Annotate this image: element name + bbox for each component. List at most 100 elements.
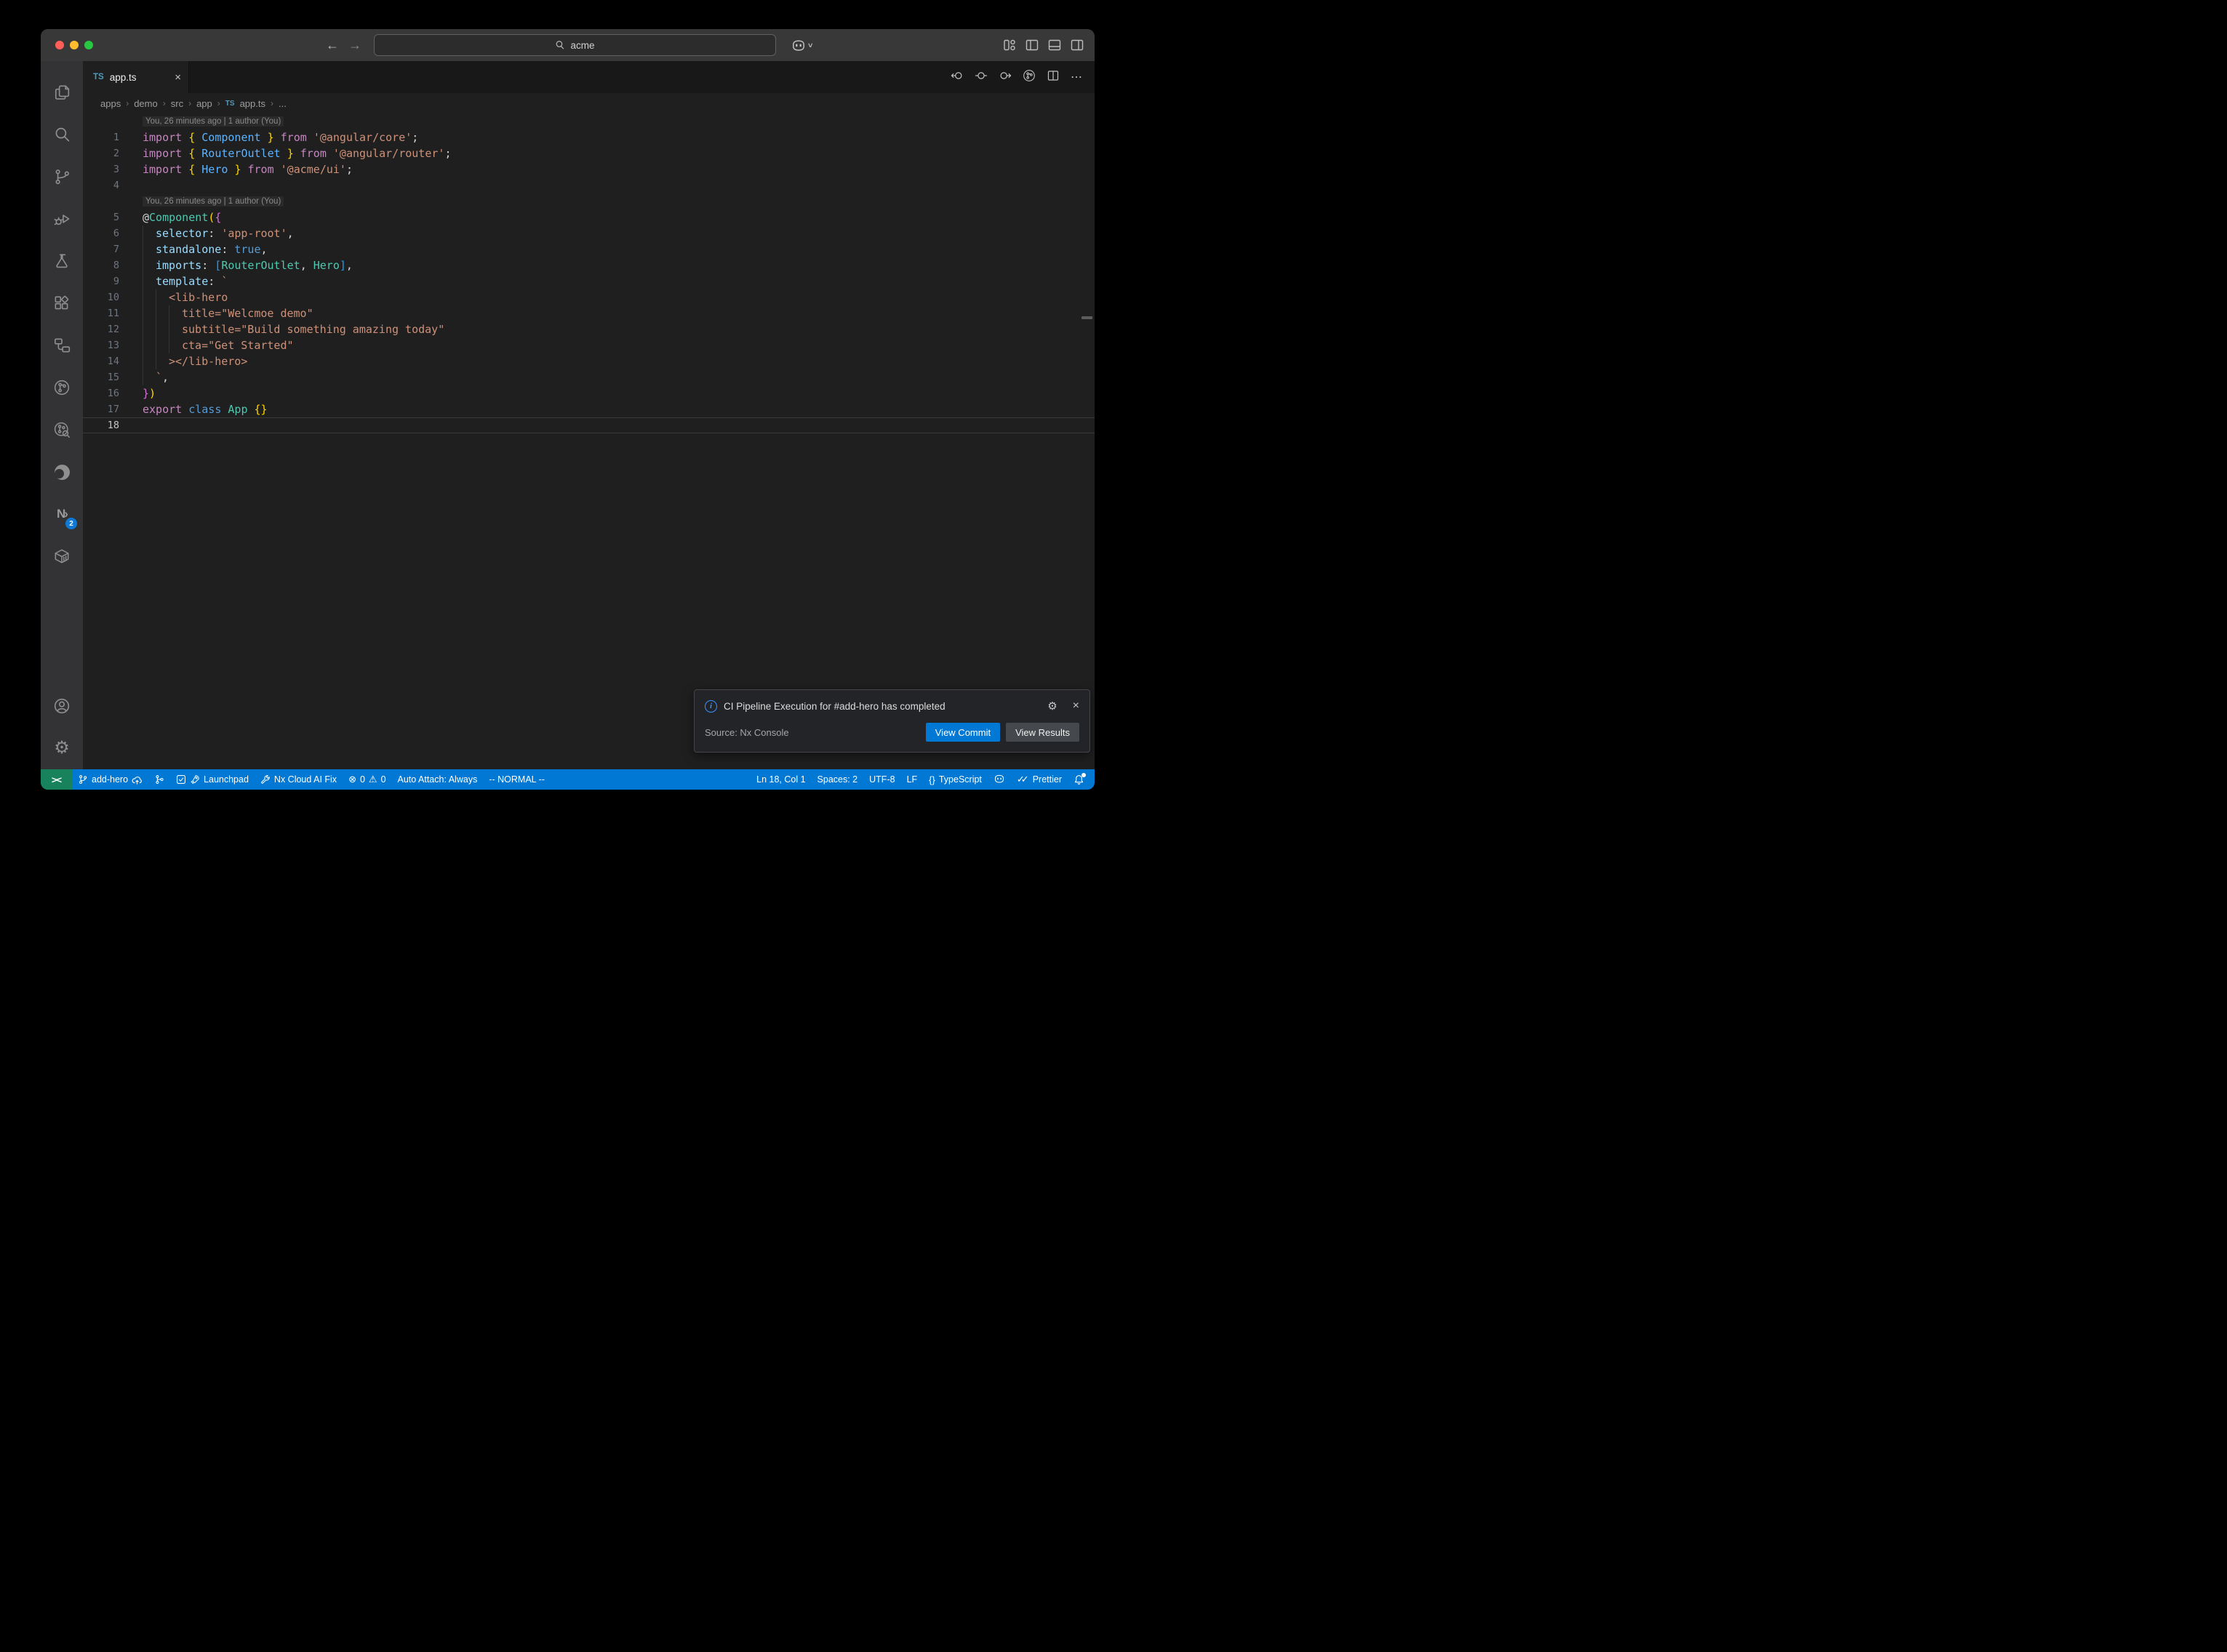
gitlens-inspect-icon[interactable] (41, 409, 83, 451)
eol-status[interactable]: LF (901, 769, 924, 790)
notifications-bell-status[interactable] (1068, 769, 1090, 790)
open-change-icon[interactable] (975, 69, 988, 86)
remote-indicator[interactable]: >< (41, 769, 72, 790)
formatter-status[interactable]: ✓✓Prettier (1011, 769, 1068, 790)
settings-gear-icon[interactable]: ⚙ (41, 727, 83, 769)
indent-guide (143, 257, 156, 273)
language-mode-status[interactable]: {}TypeScript (923, 769, 988, 790)
indent-guide (143, 337, 156, 353)
vim-mode-status[interactable]: -- NORMAL -- (483, 769, 551, 790)
status-text: add-hero (92, 774, 128, 785)
split-editor-icon[interactable] (1047, 69, 1060, 86)
line-number: 18 (83, 420, 119, 431)
extensions-icon[interactable] (41, 282, 83, 324)
indentation-status[interactable]: Spaces: 2 (812, 769, 864, 790)
history-back-icon[interactable]: ← (326, 38, 339, 53)
minimize-window-button[interactable] (70, 41, 79, 49)
bell-dot-icon (1073, 774, 1084, 785)
view-results-button[interactable]: View Results (1006, 723, 1079, 742)
tab-bar: TS app.ts × ⋯ (83, 61, 1095, 93)
source-control-icon[interactable] (41, 156, 83, 198)
blame-annotation[interactable]: You, 26 minutes ago | 1 author (You) (83, 113, 1095, 129)
scrollbar-handle[interactable] (1081, 316, 1092, 319)
status-text: Launchpad (204, 774, 249, 785)
testing-icon[interactable] (41, 240, 83, 282)
containers-icon[interactable] (41, 535, 83, 577)
status-text: -- NORMAL -- (489, 774, 545, 785)
copilot-status[interactable] (988, 769, 1011, 790)
toggle-secondary-sidebar-icon[interactable] (1070, 38, 1084, 52)
toggle-primary-sidebar-icon[interactable] (1025, 38, 1039, 52)
line-content: `, (119, 369, 169, 385)
status-text: Prettier (1033, 774, 1062, 785)
gitlens-icon[interactable] (41, 366, 83, 409)
breadcrumb: apps›demo›src›app›TSapp.ts›... (83, 93, 1095, 113)
notification-settings-icon[interactable]: ⚙ (1047, 699, 1057, 713)
customize-layout-icon[interactable] (1002, 38, 1017, 52)
nx-cloud-fix-status[interactable]: Nx Cloud AI Fix (255, 769, 343, 790)
edge-browser-icon[interactable] (41, 451, 83, 493)
activity-bar: N›2 ⚙ (41, 61, 83, 769)
copilot-menu[interactable]: ∨ (791, 29, 813, 61)
open-next-change-icon[interactable] (999, 69, 1012, 86)
blame-annotation[interactable]: You, 26 minutes ago | 1 author (You) (83, 193, 1095, 209)
cursor-position-status[interactable]: Ln 18, Col 1 (751, 769, 811, 790)
gitlens-graph-icon[interactable] (1023, 69, 1036, 86)
git-graph-status[interactable] (148, 769, 170, 790)
tab-app-ts[interactable]: TS app.ts × (83, 61, 189, 93)
search-value: acme (570, 40, 594, 51)
zoom-window-button[interactable] (84, 41, 93, 49)
indent-guide (143, 273, 156, 289)
indent-guide (156, 337, 169, 353)
vscode-window: ← → acme ∨ N›2 ⚙ TS app.ts × (41, 29, 1095, 790)
editor-pane: TS app.ts × ⋯ apps›demo›src›app›TSapp.ts… (83, 61, 1095, 769)
code-editor[interactable]: You, 26 minutes ago | 1 author (You)1imp… (83, 113, 1095, 769)
toggle-panel-icon[interactable] (1047, 38, 1062, 52)
indent-guide (156, 289, 169, 305)
view-commit-button[interactable]: View Commit (926, 723, 1000, 742)
breadcrumb-item[interactable]: apps (100, 98, 121, 109)
indent-guide (156, 305, 169, 321)
notification-close-icon[interactable]: × (1073, 699, 1079, 713)
run-debug-icon[interactable] (41, 198, 83, 240)
code-line: 4 (83, 177, 1095, 193)
breadcrumb-item[interactable]: app.ts (240, 98, 265, 109)
editor-actions: ⋯ (951, 61, 1095, 93)
auto-attach-status[interactable]: Auto Attach: Always (392, 769, 484, 790)
code-line: 11title="Welcmoe demo" (83, 305, 1095, 321)
indent-guide (169, 321, 182, 337)
blame-text: You, 26 minutes ago | 1 author (You) (143, 196, 284, 206)
status-text: 0 (381, 774, 386, 785)
search-icon (555, 40, 565, 50)
search-icon[interactable] (41, 113, 83, 156)
line-number: 7 (83, 244, 119, 255)
breadcrumb-item[interactable]: app (196, 98, 212, 109)
project-graph-icon[interactable] (41, 324, 83, 366)
indent-guide (143, 321, 156, 337)
indent-guide (143, 369, 156, 385)
breadcrumb-item[interactable]: demo (134, 98, 158, 109)
nx-console-icon[interactable]: N›2 (41, 493, 83, 535)
explorer-icon[interactable] (41, 71, 83, 113)
problems-status[interactable]: ⊗0⚠0 (343, 769, 391, 790)
open-previous-change-icon[interactable] (951, 69, 964, 86)
notification-title: CI Pipeline Execution for #add-hero has … (724, 701, 1041, 712)
history-forward-icon[interactable]: → (348, 38, 361, 53)
breadcrumb-separator: › (188, 98, 191, 108)
line-content: export class App {} (119, 403, 268, 416)
tab-close-icon[interactable]: × (175, 71, 181, 84)
info-icon: i (705, 700, 717, 713)
accounts-icon[interactable] (41, 685, 83, 727)
encoding-status[interactable]: UTF-8 (863, 769, 900, 790)
code-line: 6selector: 'app-root', (83, 225, 1095, 241)
breadcrumb-item[interactable]: src (171, 98, 183, 109)
close-window-button[interactable] (55, 41, 64, 49)
status-text: LF (907, 774, 918, 785)
branch-status[interactable]: add-hero (72, 769, 148, 790)
breadcrumb-item[interactable]: ... (279, 98, 287, 109)
breadcrumb-separator: › (217, 98, 220, 108)
line-number: 11 (83, 308, 119, 319)
command-center-search[interactable]: acme (374, 34, 776, 56)
launchpad-status[interactable]: Launchpad (170, 769, 255, 790)
more-actions-icon[interactable]: ⋯ (1071, 70, 1083, 84)
